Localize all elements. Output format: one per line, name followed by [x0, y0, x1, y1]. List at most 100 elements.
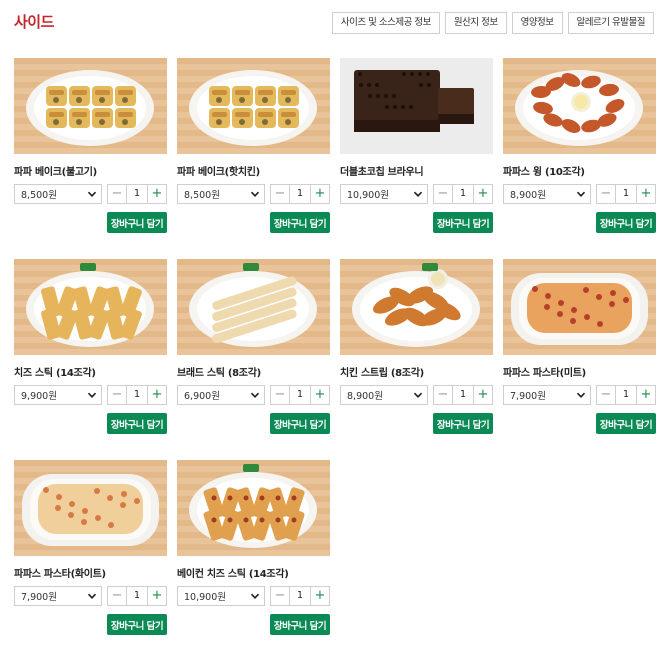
product-name[interactable]: 파파 베이크(핫치킨): [177, 163, 260, 178]
chevron-down-icon: [576, 191, 586, 197]
quantity-increase-button[interactable]: +: [310, 386, 329, 404]
quantity-stepper: −1 +: [596, 184, 656, 204]
product-card: 파파스 윙 (10조각) 8,900원 −1 + 장바구니 담기: [503, 58, 656, 259]
product-name[interactable]: 더블초코칩 브라우니: [340, 163, 424, 178]
quantity-decrease-button[interactable]: −: [108, 587, 127, 605]
quantity-value[interactable]: 1: [616, 386, 636, 404]
quantity-increase-button[interactable]: +: [147, 386, 166, 404]
quantity-stepper: −1 +: [107, 586, 167, 606]
quantity-decrease-button[interactable]: −: [597, 185, 616, 203]
quantity-decrease-button[interactable]: −: [271, 185, 290, 203]
quantity-value[interactable]: 1: [127, 185, 147, 203]
price-size-select[interactable]: 8,500원: [14, 184, 102, 204]
quantity-decrease-button[interactable]: −: [271, 587, 290, 605]
price-size-select[interactable]: 7,900원: [503, 385, 591, 405]
quantity-increase-button[interactable]: +: [473, 386, 492, 404]
quantity-stepper: −1 +: [433, 385, 493, 405]
price-size-select[interactable]: 8,900원: [503, 184, 591, 204]
chevron-down-icon: [87, 593, 97, 599]
product-image[interactable]: [340, 259, 493, 355]
product-image[interactable]: [177, 259, 330, 355]
product-image[interactable]: [503, 58, 656, 154]
quantity-value[interactable]: 1: [616, 185, 636, 203]
quantity-stepper: −1 +: [107, 184, 167, 204]
price-size-select[interactable]: 7,900원: [14, 586, 102, 606]
product-card: 치즈 스틱 (14조각) 9,900원 −1 + 장바구니 담기: [14, 259, 167, 460]
price-size-select[interactable]: 6,900원: [177, 385, 265, 405]
quantity-value[interactable]: 1: [453, 185, 473, 203]
product-card: 파파스 파스타(화이트) 7,900원 −1 + 장바구니 담기: [14, 460, 167, 661]
quantity-value[interactable]: 1: [290, 185, 310, 203]
product-image[interactable]: [177, 460, 330, 556]
product-name[interactable]: 파파스 윙 (10조각): [503, 163, 585, 178]
product-card: 파파 베이크(핫치킨) 8,500원 −1 + 장바구니 담기: [177, 58, 330, 259]
quantity-stepper: −1 +: [433, 184, 493, 204]
quantity-decrease-button[interactable]: −: [434, 185, 453, 203]
quantity-increase-button[interactable]: +: [310, 587, 329, 605]
product-image[interactable]: [14, 460, 167, 556]
price-size-select[interactable]: 8,500원: [177, 184, 265, 204]
quantity-decrease-button[interactable]: −: [108, 386, 127, 404]
quantity-decrease-button[interactable]: −: [597, 386, 616, 404]
add-to-cart-button[interactable]: 장바구니 담기: [433, 413, 493, 434]
selected-price: 8,900원: [347, 391, 383, 402]
size-sauce-info-button[interactable]: 사이즈 및 소스제공 정보: [331, 12, 440, 34]
product-name[interactable]: 베이컨 치즈 스틱 (14조각): [177, 565, 289, 580]
product-image[interactable]: [177, 58, 330, 154]
product-name[interactable]: 치킨 스트립 (8조각): [340, 364, 424, 379]
quantity-stepper: −1 +: [107, 385, 167, 405]
allergen-info-button[interactable]: 알레르기 유발물질: [567, 12, 654, 34]
product-image[interactable]: [340, 58, 493, 154]
product-image[interactable]: [503, 259, 656, 355]
product-image[interactable]: [14, 259, 167, 355]
chevron-down-icon: [87, 191, 97, 197]
quantity-increase-button[interactable]: +: [636, 386, 655, 404]
quantity-value[interactable]: 1: [127, 587, 147, 605]
quantity-value[interactable]: 1: [290, 587, 310, 605]
product-name[interactable]: 파파스 파스타(미트): [503, 364, 586, 379]
selected-price: 8,500원: [184, 190, 220, 201]
selected-price: 10,900원: [184, 592, 226, 603]
quantity-value[interactable]: 1: [453, 386, 473, 404]
quantity-increase-button[interactable]: +: [147, 185, 166, 203]
product-card: 브래드 스틱 (8조각) 6,900원 −1 + 장바구니 담기: [177, 259, 330, 460]
add-to-cart-button[interactable]: 장바구니 담기: [433, 212, 493, 233]
product-controls: 10,900원 −1 +: [340, 184, 493, 204]
quantity-stepper: −1 +: [270, 586, 330, 606]
price-size-select[interactable]: 8,900원: [340, 385, 428, 405]
quantity-increase-button[interactable]: +: [147, 587, 166, 605]
selected-price: 7,900원: [510, 391, 546, 402]
add-to-cart-button[interactable]: 장바구니 담기: [270, 413, 330, 434]
add-to-cart-button[interactable]: 장바구니 담기: [270, 614, 330, 635]
product-card: 파파스 파스타(미트) 7,900원 −1 + 장바구니 담기: [503, 259, 656, 460]
quantity-increase-button[interactable]: +: [310, 185, 329, 203]
product-controls: 6,900원 −1 +: [177, 385, 330, 405]
quantity-decrease-button[interactable]: −: [108, 185, 127, 203]
chevron-down-icon: [413, 191, 423, 197]
add-to-cart-button[interactable]: 장바구니 담기: [107, 212, 167, 233]
nutrition-info-button[interactable]: 영양정보: [511, 12, 563, 34]
quantity-decrease-button[interactable]: −: [434, 386, 453, 404]
selected-price: 10,900원: [347, 190, 389, 201]
price-size-select[interactable]: 9,900원: [14, 385, 102, 405]
product-name[interactable]: 치즈 스틱 (14조각): [14, 364, 96, 379]
quantity-increase-button[interactable]: +: [636, 185, 655, 203]
add-to-cart-button[interactable]: 장바구니 담기: [596, 212, 656, 233]
quantity-increase-button[interactable]: +: [473, 185, 492, 203]
product-name[interactable]: 파파 베이크(불고기): [14, 163, 97, 178]
quantity-value[interactable]: 1: [127, 386, 147, 404]
product-image[interactable]: [14, 58, 167, 154]
product-name[interactable]: 파파스 파스타(화이트): [14, 565, 106, 580]
add-to-cart-button[interactable]: 장바구니 담기: [107, 614, 167, 635]
origin-info-button[interactable]: 원산지 정보: [444, 12, 507, 34]
add-to-cart-button[interactable]: 장바구니 담기: [596, 413, 656, 434]
product-card: 치킨 스트립 (8조각) 8,900원 −1 + 장바구니 담기: [340, 259, 493, 460]
quantity-value[interactable]: 1: [290, 386, 310, 404]
quantity-decrease-button[interactable]: −: [271, 386, 290, 404]
price-size-select[interactable]: 10,900원: [340, 184, 428, 204]
product-name[interactable]: 브래드 스틱 (8조각): [177, 364, 261, 379]
price-size-select[interactable]: 10,900원: [177, 586, 265, 606]
add-to-cart-button[interactable]: 장바구니 담기: [107, 413, 167, 434]
add-to-cart-button[interactable]: 장바구니 담기: [270, 212, 330, 233]
product-controls: 9,900원 −1 +: [14, 385, 167, 405]
